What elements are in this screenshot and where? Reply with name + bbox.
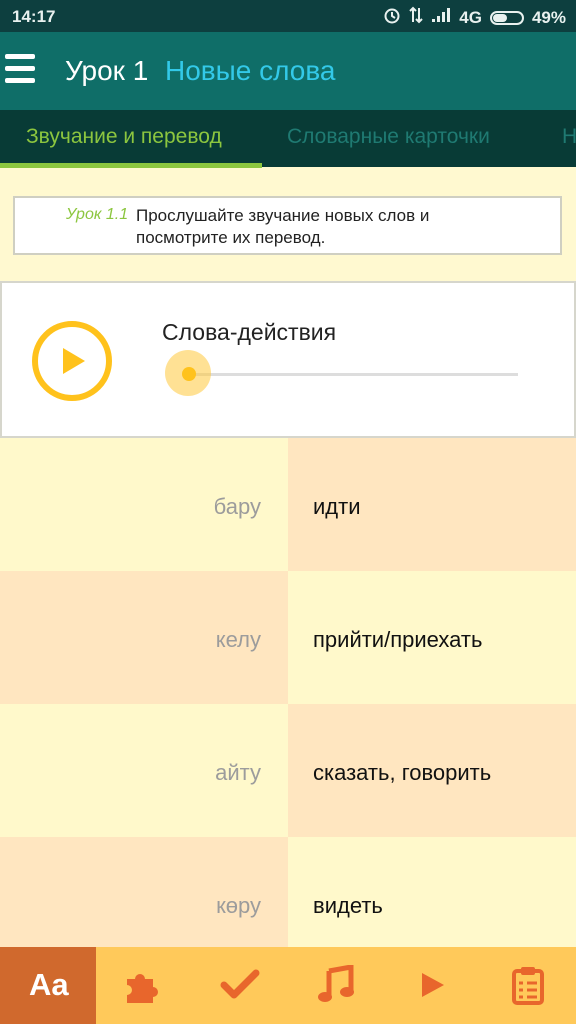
tab-next[interactable]: Н [562, 125, 576, 149]
tab-bar: Звучание и перевод Словарные карточки Н [0, 110, 576, 167]
russian-translation: идти [313, 494, 361, 519]
lesson-title: Урок 1 [65, 55, 149, 86]
nav-vocabulary-button[interactable]: Aa [0, 947, 96, 1024]
nav-video-button[interactable] [384, 947, 480, 1024]
battery-percent: 49% [531, 7, 566, 27]
nav-test-button[interactable] [192, 947, 288, 1024]
clipboard-icon [512, 967, 544, 1005]
section-title: Новые слова [165, 55, 336, 86]
signal-icon [431, 7, 451, 28]
russian-translation: прийти/приехать [313, 627, 483, 652]
alarm-icon [383, 6, 401, 29]
battery-icon [489, 10, 524, 25]
puzzle-icon [127, 974, 158, 1003]
tab-sound-translation[interactable]: Звучание и перевод [26, 125, 222, 149]
play-icon [422, 973, 444, 997]
instruction-text: Прослушайте звучание новых слов и посмот… [136, 206, 430, 247]
kazakh-word: келу [215, 627, 261, 652]
nav-puzzle-button[interactable] [96, 947, 192, 1024]
word-row[interactable]: айту сказать, говорить [0, 704, 576, 837]
data-transfer-icon [409, 6, 423, 29]
app-bar: Урок 1 Новые слова [0, 32, 576, 110]
bottom-navigation: Aa [0, 947, 576, 1024]
menu-icon[interactable] [5, 54, 35, 86]
status-time: 14:17 [12, 7, 56, 26]
status-bar: 14:17 4G 49% [0, 0, 576, 32]
active-tab-indicator [0, 163, 262, 168]
kazakh-word: айту [215, 760, 261, 785]
russian-translation: видеть [313, 893, 383, 918]
music-note-icon [318, 965, 354, 1002]
seek-bar[interactable] [188, 373, 518, 376]
nav-tasks-button[interactable] [480, 947, 576, 1024]
kazakh-word: көру [216, 893, 261, 918]
alphabet-icon: Aa [29, 967, 69, 1002]
play-button[interactable] [32, 321, 112, 401]
word-row[interactable]: келу прийти/приехать [0, 571, 576, 704]
checkmark-icon [220, 969, 260, 999]
audio-player: Слова-действия [0, 281, 576, 438]
nav-music-button[interactable] [288, 947, 384, 1024]
track-title: Слова-действия [162, 319, 337, 345]
network-type: 4G [459, 7, 482, 27]
tab-flashcards[interactable]: Словарные карточки [287, 125, 490, 149]
word-row[interactable]: бару идти [0, 438, 576, 571]
russian-translation: сказать, говорить [313, 760, 492, 785]
word-list: бару идти келу прийти/приехать айту сказ… [0, 438, 576, 970]
exercise-number: Урок 1.1 [66, 206, 129, 223]
kazakh-word: бару [213, 494, 261, 519]
play-icon [63, 348, 85, 374]
seek-thumb[interactable] [182, 367, 196, 381]
instruction-box: Урок 1.1 Прослушайте звучание новых слов… [13, 196, 562, 255]
